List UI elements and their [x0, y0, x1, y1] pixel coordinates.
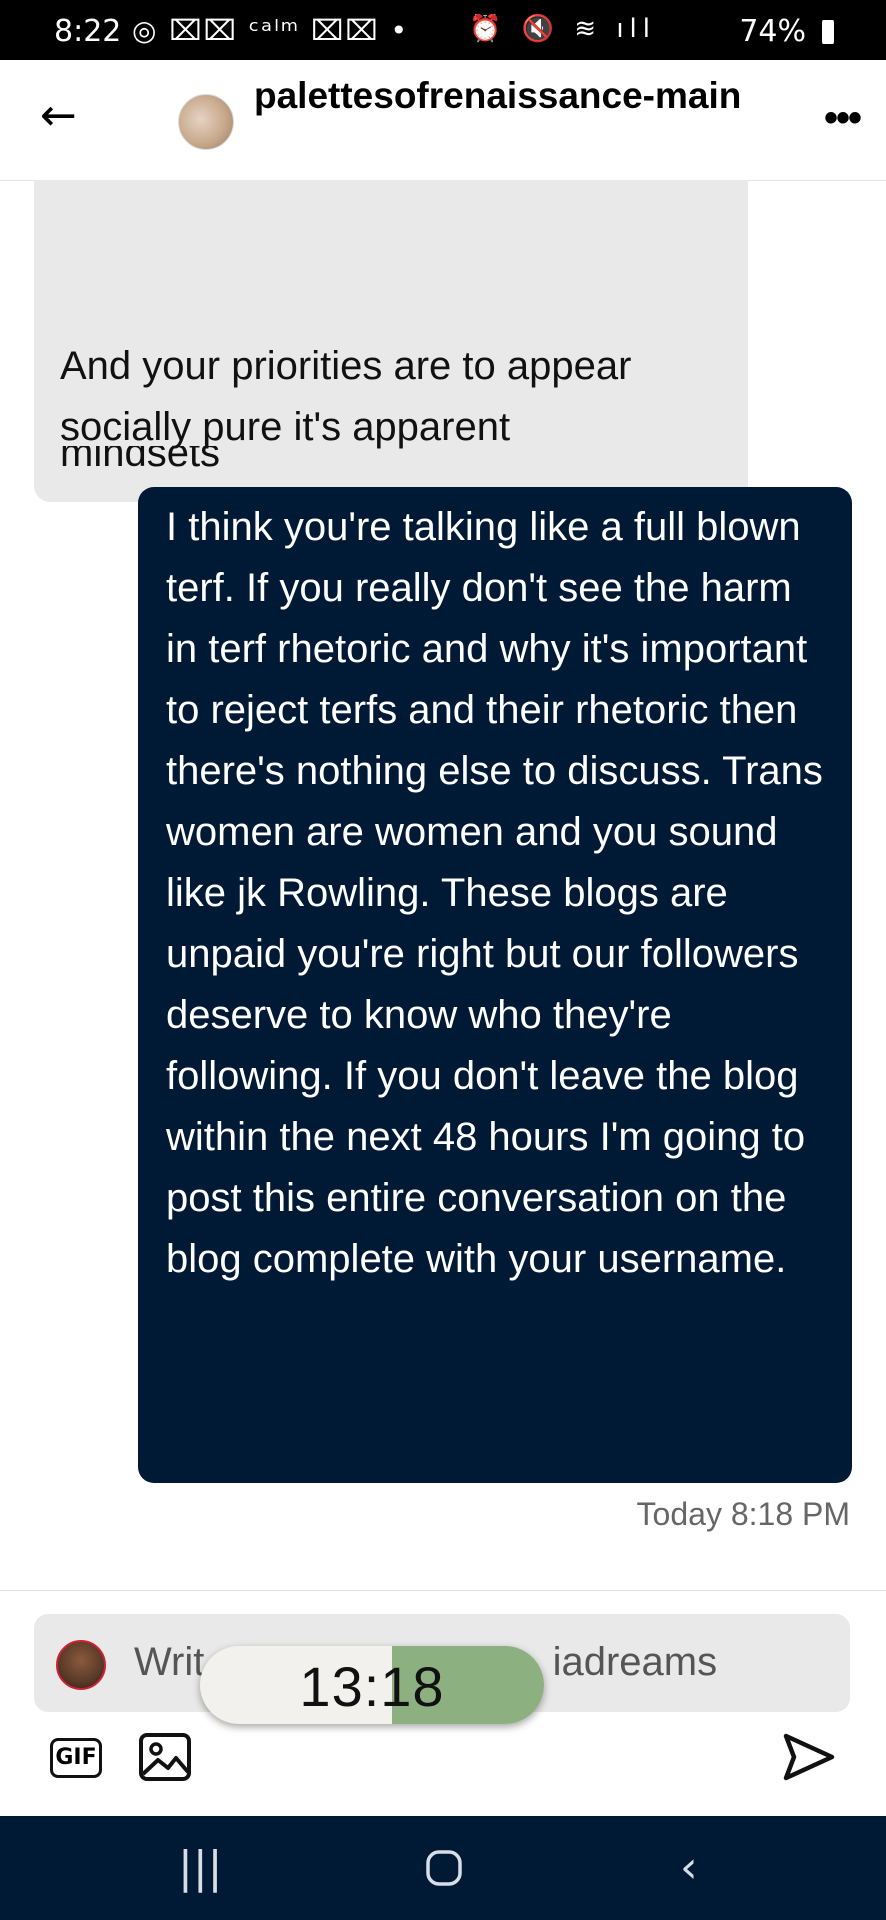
status-bar: 8:22 ◎ ⌧⌧ ᶜᵃˡᵐ ⌧⌧ • ⏰ 🔇 ≋ ıll 74%	[0, 0, 886, 60]
home-icon[interactable]	[424, 1836, 464, 1899]
timer-overlay[interactable]: 13:18	[200, 1646, 544, 1724]
blog-name[interactable]: palettesofrenaissance-main	[254, 72, 794, 120]
image-icon[interactable]	[138, 1732, 192, 1782]
placeholder-text-end: iadreams	[552, 1640, 718, 1684]
arrow-left-icon[interactable]: ←	[40, 90, 77, 141]
message-bubble-incoming: And your priorities are to appear social…	[34, 332, 748, 449]
more-dots-icon[interactable]: •••	[824, 96, 862, 141]
avatar[interactable]	[178, 94, 234, 150]
system-icons: ⏰ 🔇 ≋ ıll	[469, 14, 656, 44]
message-timestamp: Today 8:18 PM	[636, 1496, 850, 1532]
message-text: I think you're talking like a full blown…	[166, 505, 823, 1281]
message-text: And your priorities are to appear social…	[60, 344, 632, 449]
notification-icons: ◎ ⌧⌧ ᶜᵃˡᵐ ⌧⌧ •	[132, 14, 410, 47]
clock: 8:22	[54, 14, 122, 49]
message-bubble-outgoing: I think you're talking like a full blown…	[138, 487, 852, 1483]
placeholder-text-start: Writ	[134, 1640, 205, 1684]
message-thread[interactable]: telling about actual values and mindsets…	[0, 180, 886, 1590]
divider	[0, 1590, 886, 1591]
recents-icon[interactable]: |||	[178, 1842, 222, 1893]
gif-button[interactable]: GIF	[50, 1738, 102, 1778]
chevron-left-icon[interactable]: ‹	[680, 1842, 698, 1893]
send-icon[interactable]	[780, 1728, 838, 1786]
system-navigation-bar: ||| ‹	[0, 1816, 886, 1920]
avatar	[56, 1640, 106, 1690]
battery-icon	[822, 20, 834, 44]
battery-level: 74%	[739, 14, 806, 49]
conversation-header: ← palettesofrenaissance-main •••	[0, 60, 886, 181]
timer-label: 13:18	[299, 1655, 445, 1718]
